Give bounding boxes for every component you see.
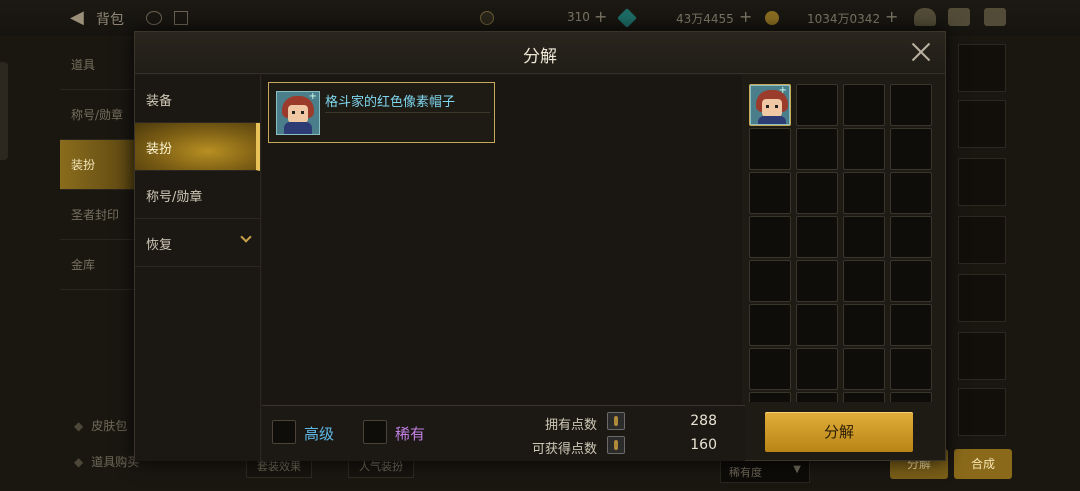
modal-title: 分解 — [523, 47, 557, 67]
bg-sidebar-item-seal[interactable]: 圣者封印 — [60, 190, 134, 240]
advanced-filter-checkbox[interactable] — [272, 420, 296, 444]
empty-slot[interactable] — [843, 216, 885, 258]
empty-slot[interactable] — [796, 172, 838, 214]
empty-slot[interactable] — [749, 128, 791, 170]
help-icon[interactable] — [146, 11, 162, 25]
modal-header: 分解 — [135, 32, 945, 74]
bg-sidebar-item-props[interactable]: 道具 — [60, 40, 134, 90]
category-label: 装备 — [146, 94, 173, 109]
category-list: 装备 装扮 称号/勋章 恢复 — [135, 75, 261, 461]
chevron-down-icon — [240, 231, 252, 243]
add-currency-3-button[interactable]: + — [885, 7, 898, 26]
point-token-icon — [607, 436, 625, 454]
bg-sidebar-item-avatar[interactable]: 装扮 — [60, 140, 134, 190]
owned-points-value: 288 — [690, 413, 717, 429]
bg-slot — [958, 274, 1006, 322]
category-label: 称号/勋章 — [146, 190, 203, 205]
bg-slot — [958, 100, 1006, 148]
empty-slot[interactable] — [749, 260, 791, 302]
empty-slot[interactable] — [843, 128, 885, 170]
empty-slot[interactable] — [749, 348, 791, 390]
empty-slot[interactable] — [890, 172, 932, 214]
category-label: 装扮 — [146, 142, 173, 157]
empty-slot[interactable] — [749, 216, 791, 258]
close-icon[interactable] — [909, 40, 933, 64]
empty-slot[interactable] — [796, 128, 838, 170]
empty-slot[interactable] — [843, 260, 885, 302]
bg-slot — [958, 332, 1006, 380]
pixel-hat-avatar-icon: + — [276, 91, 320, 135]
book-icon[interactable] — [174, 11, 188, 25]
bg-sidebar-item-titles[interactable]: 称号/勋章 — [60, 90, 134, 140]
bg-slot — [958, 158, 1006, 206]
decompose-footer: 高级 稀有 拥有点数 288 可获得点数 160 — [262, 405, 745, 461]
item-list: + 格斗家的红色像素帽子 — [262, 75, 742, 405]
chat-icon[interactable] — [984, 8, 1006, 26]
empty-slot[interactable] — [843, 348, 885, 390]
page-title: 背包 — [96, 12, 124, 28]
currency-value-3: 1034万0342 — [807, 12, 881, 26]
decompose-button[interactable]: 分解 — [765, 412, 913, 452]
empty-slot[interactable] — [749, 172, 791, 214]
decompose-modal: 分解 装备 装扮 称号/勋章 恢复 + 格斗家的红色像素帽子 + 高级 稀有 拥… — [134, 31, 946, 461]
bg-slot — [958, 216, 1006, 264]
empty-slot[interactable] — [796, 348, 838, 390]
bg-sidebar-item-vault[interactable]: 金库 — [60, 240, 134, 290]
empty-slot[interactable] — [843, 84, 885, 126]
bg-slot — [958, 388, 1006, 436]
rare-filter-label: 稀有 — [395, 425, 426, 443]
bg-synthesize-button[interactable]: 合成 — [954, 449, 1012, 479]
skin-pack-link[interactable]: 皮肤包 — [74, 417, 127, 434]
currency-value-2: 43万4455 — [676, 12, 734, 26]
empty-slot[interactable] — [796, 260, 838, 302]
point-token-icon — [607, 412, 625, 430]
category-avatar[interactable]: 装扮 — [135, 123, 260, 171]
empty-slot[interactable] — [749, 392, 791, 402]
obtainable-points-label: 可获得点数 — [532, 442, 598, 457]
owned-points-label: 拥有点数 — [545, 418, 598, 433]
sort-dropdown[interactable]: 稀有度 — [720, 459, 810, 483]
add-currency-2-button[interactable]: + — [739, 7, 752, 26]
empty-slot[interactable] — [890, 128, 932, 170]
empty-slot[interactable] — [890, 392, 932, 402]
back-arrow-icon[interactable]: ◀ — [70, 8, 90, 28]
side-pull-tab[interactable] — [0, 62, 8, 160]
item-card[interactable]: + 格斗家的红色像素帽子 — [268, 82, 495, 143]
empty-slot[interactable] — [796, 304, 838, 346]
rare-filter-checkbox[interactable] — [363, 420, 387, 444]
bg-sidebar: 道具 称号/勋章 装扮 圣者封印 金库 — [60, 40, 134, 300]
bg-slot — [958, 44, 1006, 92]
category-equipment[interactable]: 装备 — [135, 75, 260, 123]
empty-slot[interactable] — [749, 304, 791, 346]
category-recovery[interactable]: 恢复 — [135, 219, 260, 267]
advanced-filter-label: 高级 — [304, 425, 335, 443]
pixel-hat-avatar-icon: + — [750, 85, 790, 125]
empty-slot[interactable] — [843, 304, 885, 346]
selected-slots-grid: + — [749, 84, 933, 402]
item-purchase-link[interactable]: 道具购买 — [74, 453, 139, 470]
currency-value-1: 310 — [567, 10, 590, 24]
category-label: 恢复 — [146, 238, 173, 253]
obtainable-points-value: 160 — [690, 437, 717, 453]
divider — [325, 112, 490, 113]
empty-slot[interactable] — [890, 260, 932, 302]
empty-slot[interactable] — [890, 304, 932, 346]
empty-slot[interactable] — [843, 172, 885, 214]
empty-slot[interactable] — [843, 392, 885, 402]
gold-coin-icon — [765, 11, 779, 25]
category-titles-medals[interactable]: 称号/勋章 — [135, 171, 260, 219]
empty-slot[interactable] — [796, 216, 838, 258]
empty-slot[interactable] — [890, 84, 932, 126]
empty-slot[interactable] — [796, 84, 838, 126]
selected-item-slot[interactable]: + — [749, 84, 791, 126]
item-name: 格斗家的红色像素帽子 — [325, 95, 456, 110]
mail-icon[interactable] — [948, 8, 970, 26]
shop-bag-icon[interactable] — [914, 8, 936, 26]
crescent-icon — [480, 11, 494, 25]
add-currency-1-button[interactable]: + — [594, 7, 607, 26]
empty-slot[interactable] — [890, 348, 932, 390]
empty-slot[interactable] — [890, 216, 932, 258]
empty-slot[interactable] — [796, 392, 838, 402]
